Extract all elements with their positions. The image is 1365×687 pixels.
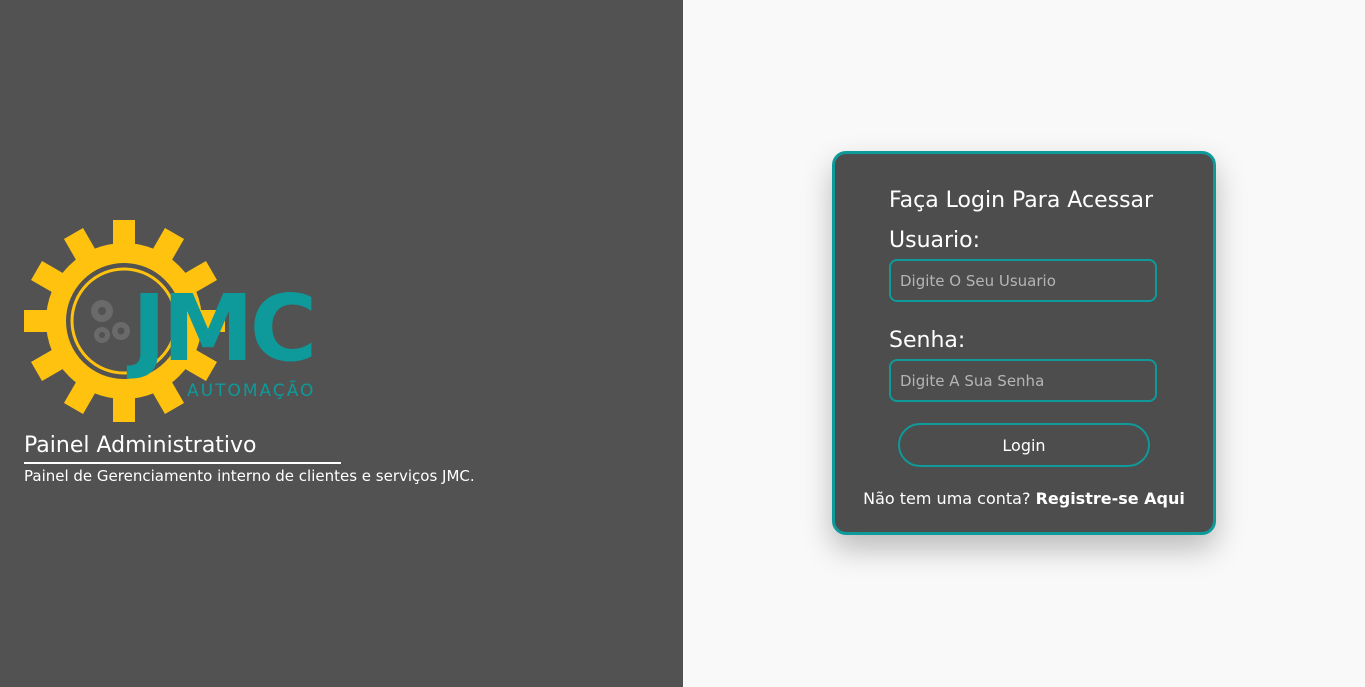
logo-wordmark: JMC xyxy=(126,275,313,382)
branding-panel: JMC AUTOMAÇÃO Painel Administrativo Pain… xyxy=(0,0,683,687)
logo-subtext: AUTOMAÇÃO xyxy=(187,379,315,401)
panel-title: Painel Administrativo xyxy=(24,432,341,464)
jmc-automacao-logo: JMC AUTOMAÇÃO xyxy=(24,220,344,425)
login-page: JMC AUTOMAÇÃO Painel Administrativo Pain… xyxy=(0,0,1365,687)
password-input[interactable] xyxy=(889,359,1157,402)
register-link[interactable]: Registre-se Aqui xyxy=(1036,489,1185,508)
login-card-title: Faça Login Para Acessar xyxy=(889,188,1154,213)
login-card: Faça Login Para Acessar Usuario: Senha: … xyxy=(832,151,1216,535)
login-button[interactable]: Login xyxy=(898,423,1150,467)
register-prompt: Não tem uma conta? xyxy=(863,489,1031,508)
register-prompt-line: Não tem uma conta? Registre-se Aqui xyxy=(835,488,1213,510)
username-input[interactable] xyxy=(889,259,1157,302)
panel-description: Painel de Gerenciamento interno de clien… xyxy=(24,467,475,485)
password-label: Senha: xyxy=(889,328,966,353)
username-label: Usuario: xyxy=(889,228,981,253)
